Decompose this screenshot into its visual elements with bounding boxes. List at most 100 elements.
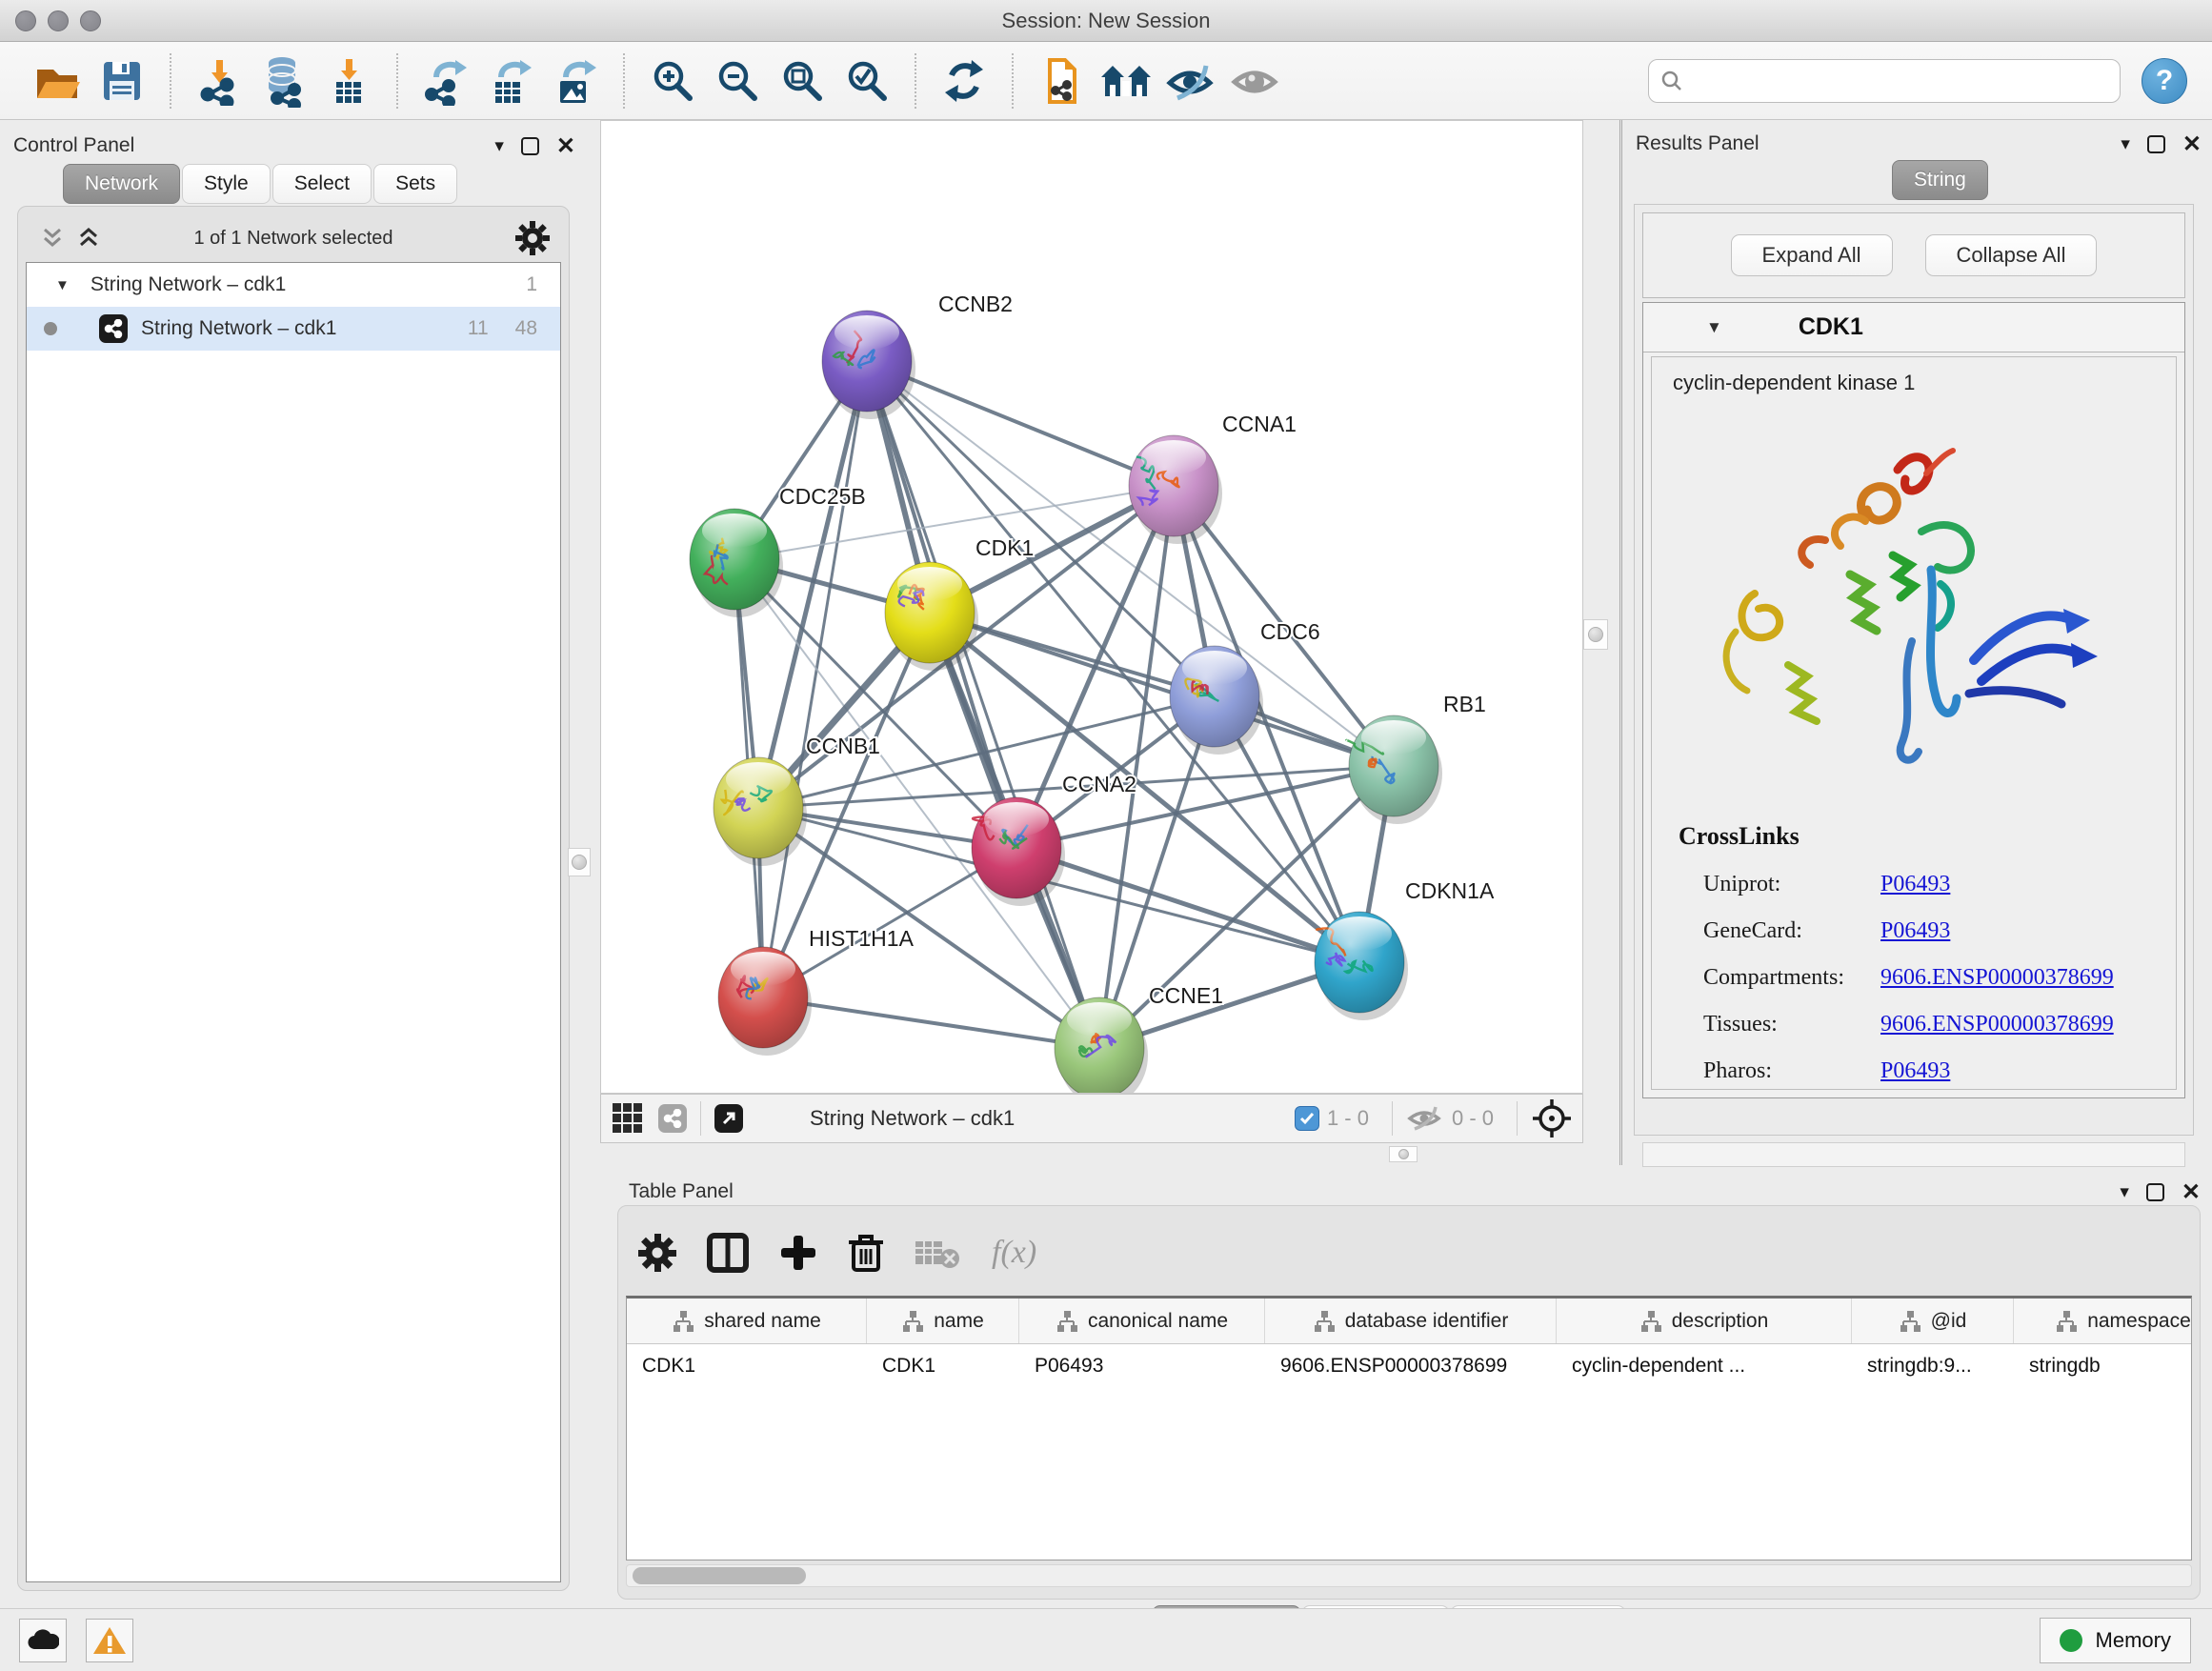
- zoom-selected-button[interactable]: [840, 54, 894, 108]
- export-image-button[interactable]: [549, 54, 602, 108]
- network-node-HIST1H1A[interactable]: [718, 947, 812, 1056]
- network-graph[interactable]: CCNB2CCNA1CDC25BCDK1CDC6RB1CCNB1CCNA2CDK…: [601, 121, 1582, 1093]
- cloud-button[interactable]: [19, 1619, 67, 1662]
- node-table[interactable]: shared namenamecanonical namedatabase id…: [626, 1296, 2192, 1560]
- table-cell[interactable]: stringdb:9...: [1852, 1355, 2014, 1378]
- tab-sets[interactable]: Sets: [373, 164, 457, 204]
- tab-style[interactable]: Style: [182, 164, 271, 204]
- delete-column-trash-icon[interactable]: [847, 1232, 885, 1274]
- table-cell[interactable]: CDK1: [867, 1355, 1019, 1378]
- network-canvas[interactable]: CCNB2CCNA1CDC25BCDK1CDC6RB1CCNB1CCNA2CDK…: [600, 120, 1583, 1094]
- panel-float-icon[interactable]: [2146, 1183, 2164, 1201]
- add-column-plus-icon[interactable]: [778, 1233, 818, 1273]
- column-header-database-identifier[interactable]: database identifier: [1265, 1299, 1557, 1343]
- column-header-description[interactable]: description: [1557, 1299, 1852, 1343]
- network-node-RB1[interactable]: [1346, 715, 1442, 824]
- open-in-window-icon[interactable]: [714, 1104, 743, 1133]
- results-scrollbar[interactable]: [1642, 1142, 2185, 1167]
- tab-string[interactable]: String: [1892, 160, 1988, 200]
- zoom-in-button[interactable]: [646, 54, 699, 108]
- collapse-all-button[interactable]: Collapse All: [1925, 234, 2098, 276]
- network-row[interactable]: String Network – cdk1 11 48: [27, 307, 560, 351]
- horizontal-splitter-handle[interactable]: [1389, 1146, 1418, 1162]
- crosshair-icon[interactable]: [1531, 1097, 1573, 1139]
- network-node-CCNE1[interactable]: [1055, 997, 1148, 1093]
- refresh-button[interactable]: [937, 54, 991, 108]
- collapse-section-icon[interactable]: ▼: [1706, 318, 1722, 337]
- network-from-selection-button[interactable]: [1035, 54, 1088, 108]
- network-node-CCNB1[interactable]: [714, 757, 807, 866]
- table-settings-gear-icon[interactable]: [637, 1233, 677, 1273]
- panel-float-icon[interactable]: [521, 137, 539, 155]
- right-splitter-handle[interactable]: [1583, 619, 1608, 650]
- import-network-from-file-button[interactable]: [192, 54, 246, 108]
- gear-icon[interactable]: [515, 221, 550, 255]
- protein-card-header[interactable]: ▼ CDK1: [1643, 303, 2184, 352]
- crosslink-link[interactable]: P06493: [1880, 872, 1950, 897]
- memory-status-dot-icon: [2060, 1629, 2082, 1652]
- memory-button[interactable]: Memory: [2040, 1618, 2191, 1663]
- export-network-button[interactable]: [419, 54, 473, 108]
- table-cell[interactable]: cyclin-dependent ...: [1557, 1355, 1852, 1378]
- zoom-out-button[interactable]: [711, 54, 764, 108]
- panel-close-icon[interactable]: ✕: [2182, 131, 2202, 158]
- table-cell[interactable]: CDK1: [627, 1355, 867, 1378]
- panel-float-icon[interactable]: [2147, 135, 2165, 153]
- zoom-in-icon: [648, 56, 697, 106]
- column-header-canonical-name[interactable]: canonical name: [1019, 1299, 1265, 1343]
- column-header-namespace[interactable]: namespace: [2014, 1299, 2192, 1343]
- network-node-CCNA2[interactable]: [972, 797, 1065, 906]
- string-view-icon[interactable]: [658, 1104, 687, 1133]
- panel-close-icon[interactable]: ✕: [2182, 1178, 2201, 1206]
- crosslink-link[interactable]: P06493: [1880, 918, 1950, 944]
- warnings-button[interactable]: [86, 1619, 133, 1662]
- network-node-CCNA1[interactable]: [1129, 435, 1222, 544]
- network-edge[interactable]: [930, 613, 1394, 766]
- panel-menu-icon[interactable]: ▾: [2121, 135, 2130, 153]
- column-header-name[interactable]: name: [867, 1299, 1019, 1343]
- show-columns-icon[interactable]: [706, 1232, 750, 1274]
- table-panel: Table Panel ▾ ✕: [589, 1165, 2212, 1608]
- expand-all-button[interactable]: Expand All: [1731, 234, 1893, 276]
- network-node-CDC25B[interactable]: [690, 509, 783, 617]
- scrollbar-thumb[interactable]: [633, 1567, 806, 1584]
- panel-close-icon[interactable]: ✕: [556, 132, 575, 160]
- show-all-nodes-button[interactable]: [1099, 54, 1153, 108]
- crosslink-link[interactable]: 9606.ENSP00000378699: [1880, 1012, 2114, 1037]
- crosslink-label: Pharos:: [1703, 1058, 1880, 1084]
- table-cell[interactable]: P06493: [1019, 1355, 1265, 1378]
- birds-eye-view-icon[interactable]: [611, 1101, 645, 1136]
- network-node-CDC6[interactable]: [1170, 646, 1263, 755]
- table-row[interactable]: CDK1CDK1P064939606.ENSP00000378699cyclin…: [627, 1344, 2191, 1388]
- import-table-from-file-button[interactable]: [322, 54, 375, 108]
- network-node-CDK1[interactable]: [885, 562, 978, 671]
- show-hidden-button[interactable]: [1229, 54, 1282, 108]
- left-splitter-handle[interactable]: [568, 848, 591, 876]
- table-cell[interactable]: stringdb: [2014, 1355, 2192, 1378]
- panel-menu-icon[interactable]: ▾: [494, 137, 504, 155]
- network-collection-row[interactable]: ▼ String Network – cdk1 1: [27, 263, 560, 307]
- hide-selected-button[interactable]: [1164, 54, 1217, 108]
- search-input[interactable]: [1693, 70, 2093, 92]
- selected-checkbox-icon[interactable]: [1295, 1106, 1319, 1131]
- table-cell[interactable]: 9606.ENSP00000378699: [1265, 1355, 1557, 1378]
- network-node-CCNB2[interactable]: [822, 311, 915, 419]
- network-node-CDKN1A[interactable]: [1315, 912, 1408, 1020]
- network-edge[interactable]: [763, 997, 1099, 1048]
- network-edge[interactable]: [867, 361, 1394, 766]
- crosslink-link[interactable]: 9606.ENSP00000378699: [1880, 965, 2114, 991]
- column-header-@id[interactable]: @id: [1852, 1299, 2014, 1343]
- zoom-fit-button[interactable]: [775, 54, 829, 108]
- export-table-button[interactable]: [484, 54, 537, 108]
- save-session-button[interactable]: [95, 54, 149, 108]
- import-network-from-database-button[interactable]: [257, 54, 311, 108]
- open-session-button[interactable]: [30, 54, 84, 108]
- crosslink-link[interactable]: P06493: [1880, 1058, 1950, 1084]
- tab-select[interactable]: Select: [272, 164, 372, 204]
- panel-menu-icon[interactable]: ▾: [2120, 1183, 2129, 1201]
- table-horizontal-scrollbar[interactable]: [626, 1564, 2192, 1587]
- help-button[interactable]: ?: [2142, 58, 2187, 104]
- tree-expander-icon[interactable]: ▼: [55, 277, 70, 293]
- tab-network[interactable]: Network: [63, 164, 180, 204]
- column-header-shared-name[interactable]: shared name: [627, 1299, 867, 1343]
